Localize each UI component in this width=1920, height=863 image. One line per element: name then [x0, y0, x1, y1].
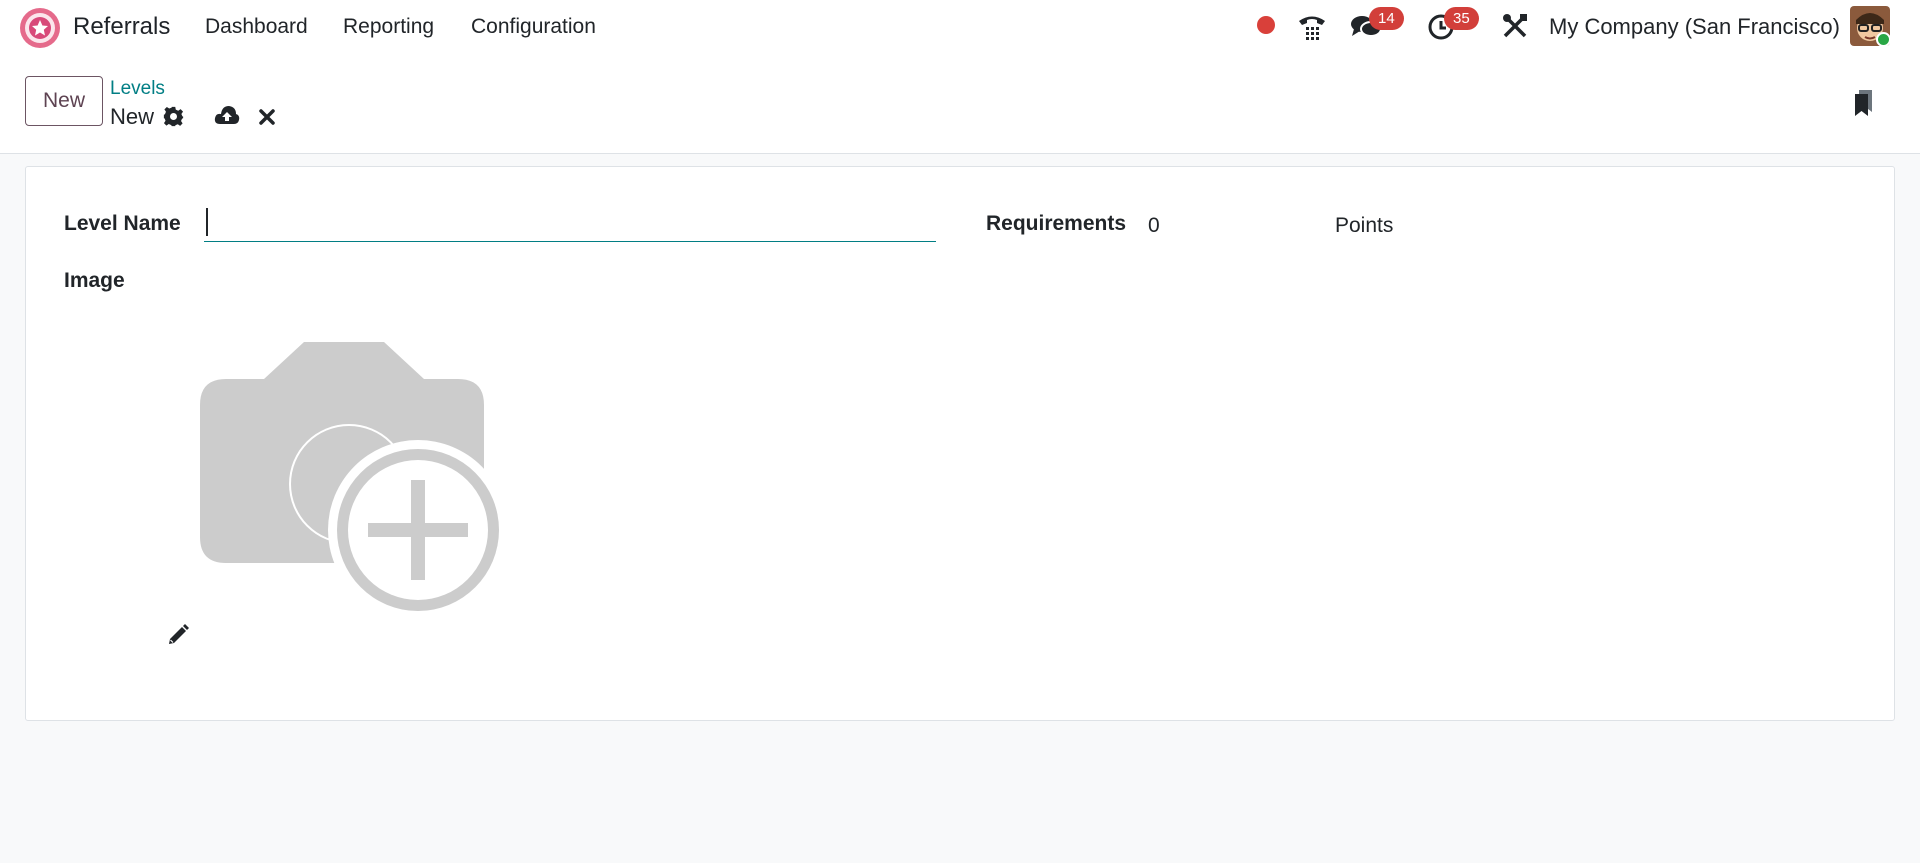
bookmark-icon[interactable]	[1852, 88, 1876, 118]
company-switcher[interactable]: My Company (San Francisco)	[1549, 14, 1840, 40]
top-navbar: Referrals Dashboard Reporting Configurat…	[0, 0, 1920, 54]
record-title: New	[110, 104, 155, 129]
level-name-label: Level Name	[64, 212, 181, 235]
control-panel: New Levels New	[0, 54, 1920, 154]
close-icon[interactable]	[258, 108, 276, 126]
requirements-unit: Points	[1335, 214, 1394, 237]
online-status-dot	[1876, 32, 1891, 47]
gear-icon[interactable]	[163, 106, 184, 127]
image-label: Image	[64, 269, 125, 292]
cloud-upload-icon[interactable]	[214, 104, 240, 126]
phone-icon[interactable]	[1297, 12, 1327, 40]
messages-badge: 14	[1369, 7, 1404, 30]
activities-badge: 35	[1444, 7, 1479, 30]
level-name-input[interactable]	[204, 206, 936, 242]
referrals-app-icon[interactable]	[19, 7, 61, 49]
menu-reporting[interactable]: Reporting	[343, 15, 434, 39]
form-sheet: Level Name Requirements 0 Points Image	[25, 166, 1895, 721]
record-dot-icon[interactable]	[1256, 15, 1276, 35]
tools-icon[interactable]	[1502, 13, 1528, 39]
new-button[interactable]: New	[25, 76, 103, 126]
menu-configuration[interactable]: Configuration	[471, 15, 596, 39]
breadcrumb-levels[interactable]: Levels	[110, 78, 165, 100]
menu-dashboard[interactable]: Dashboard	[205, 15, 308, 39]
pencil-icon[interactable]	[166, 623, 190, 647]
image-placeholder[interactable]	[194, 337, 534, 617]
requirements-input[interactable]: 0	[1148, 214, 1160, 238]
app-name[interactable]: Referrals	[73, 13, 170, 41]
text-cursor	[206, 208, 208, 236]
requirements-label: Requirements	[986, 212, 1127, 235]
